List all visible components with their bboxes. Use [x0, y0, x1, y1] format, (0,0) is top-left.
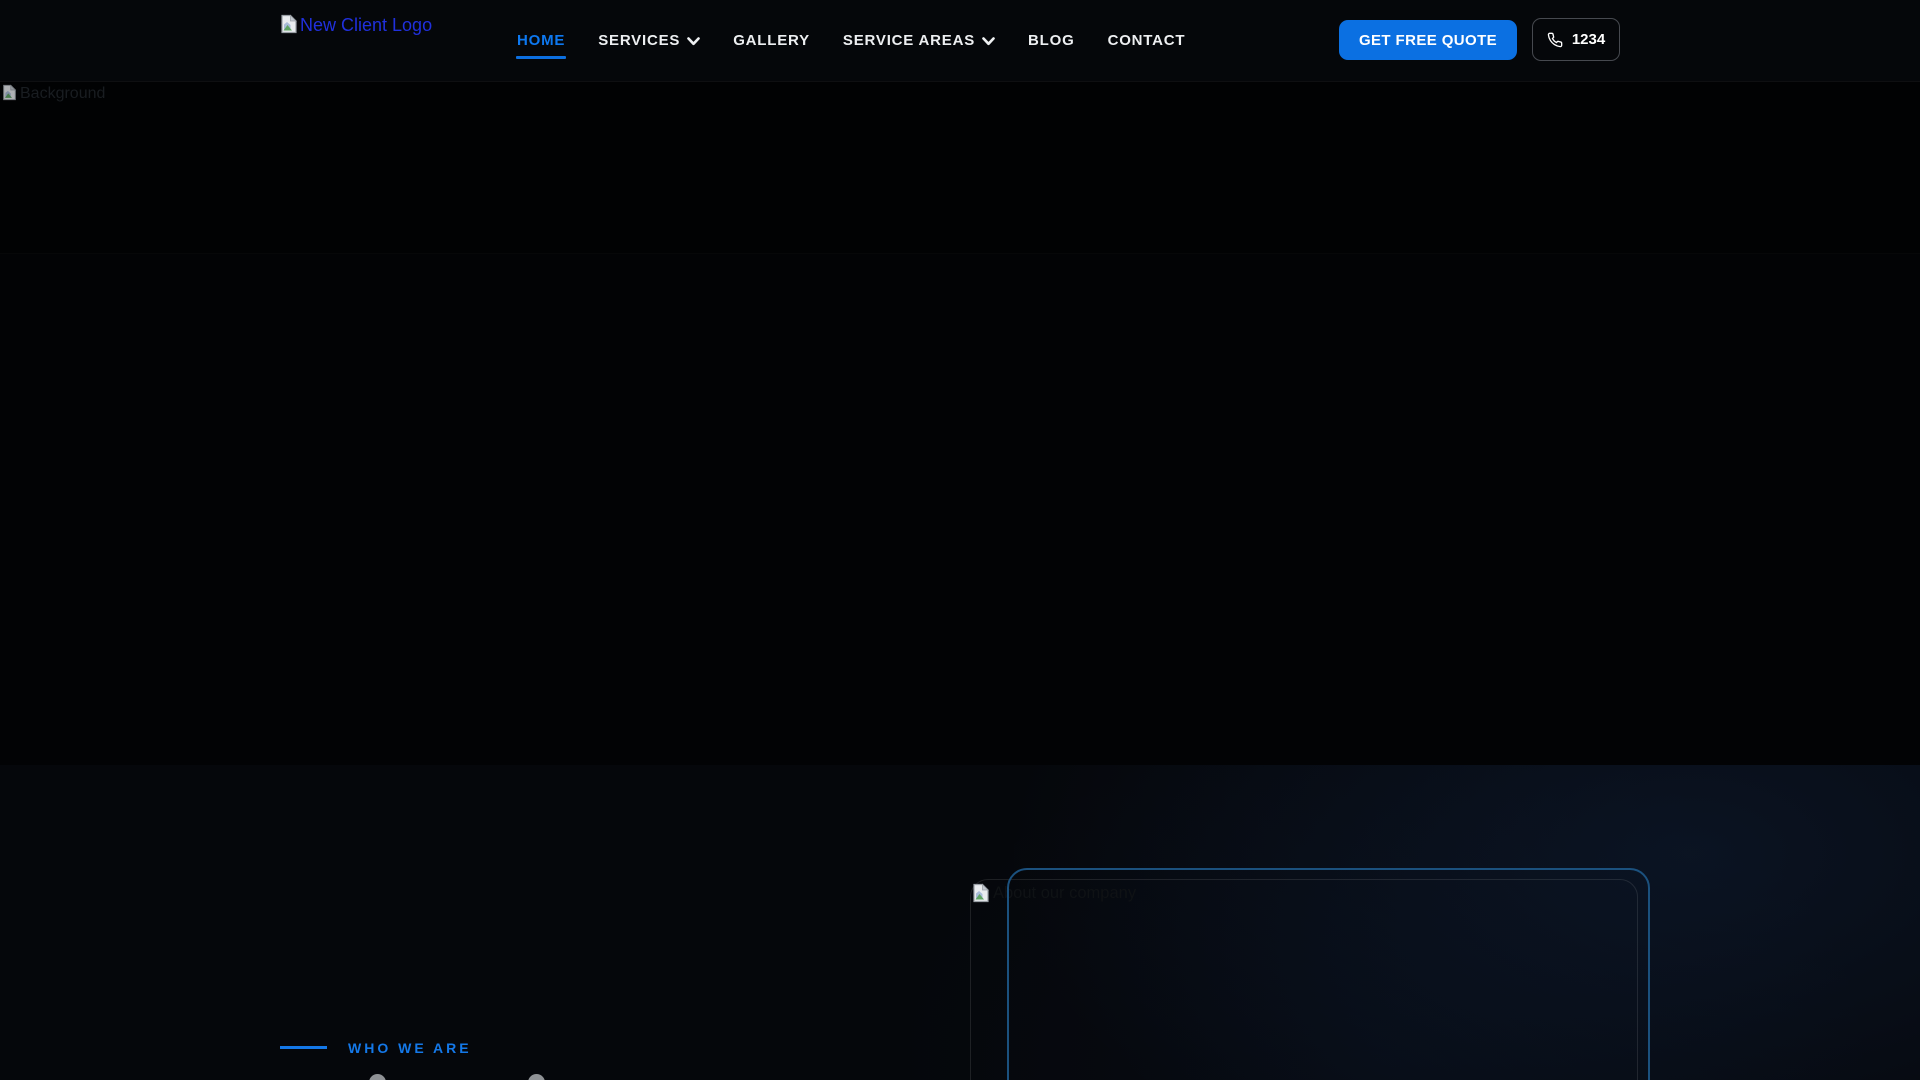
logo-alt-text: New Client Logo: [300, 15, 433, 35]
broken-image-icon: [972, 883, 990, 908]
hero-background-broken-image: Background: [2, 84, 105, 106]
nav-item-contact[interactable]: CONTACT: [1108, 32, 1186, 49]
nav-label: SERVICES: [598, 32, 681, 49]
section-eyebrow: WHO WE ARE: [348, 1040, 472, 1056]
nav-item-service-areas[interactable]: SERVICE AREAS: [843, 32, 995, 49]
about-image-card: About our company: [970, 879, 1638, 1080]
page: New Client Logo HOME SERVICES GALLERY SE…: [0, 0, 1920, 1080]
about-image-alt-text: About our company: [993, 884, 1137, 902]
nav-item-services[interactable]: SERVICES: [598, 32, 701, 49]
phone-number: 1234: [1571, 31, 1606, 48]
eyebrow-dash: [280, 1046, 327, 1049]
hero-section: Background: [0, 81, 1920, 765]
header: New Client Logo HOME SERVICES GALLERY SE…: [0, 0, 1920, 81]
nav-item-home[interactable]: HOME: [515, 32, 567, 59]
nav-item-gallery[interactable]: GALLERY: [733, 32, 810, 49]
logo-link[interactable]: New Client Logo: [280, 14, 432, 39]
nav-label: CONTACT: [1107, 32, 1186, 49]
nav-label: SERVICE AREAS: [842, 32, 976, 49]
nav-label: BLOG: [1028, 32, 1075, 49]
about-broken-image: About our company: [972, 883, 1136, 908]
broken-image-icon: [280, 14, 298, 39]
nav-item-blog[interactable]: BLOG: [1028, 32, 1075, 49]
nav-label: HOME: [517, 32, 566, 49]
phone-icon: [1547, 32, 1563, 47]
phone-button[interactable]: 1234: [1532, 18, 1620, 61]
main-nav: HOME SERVICES GALLERY SERVICE AREAS BLOG…: [515, 0, 1186, 81]
chevron-down-icon: [982, 36, 995, 45]
get-free-quote-button[interactable]: GET FREE QUOTE: [1339, 20, 1517, 60]
chevron-down-icon: [687, 36, 701, 45]
cta-label: GET FREE QUOTE: [1358, 31, 1498, 49]
nav-label: GALLERY: [733, 32, 810, 49]
broken-image-icon: [2, 84, 17, 106]
hero-background-image-area: Background: [0, 82, 1920, 254]
hero-background-alt-text: Background: [20, 85, 106, 102]
